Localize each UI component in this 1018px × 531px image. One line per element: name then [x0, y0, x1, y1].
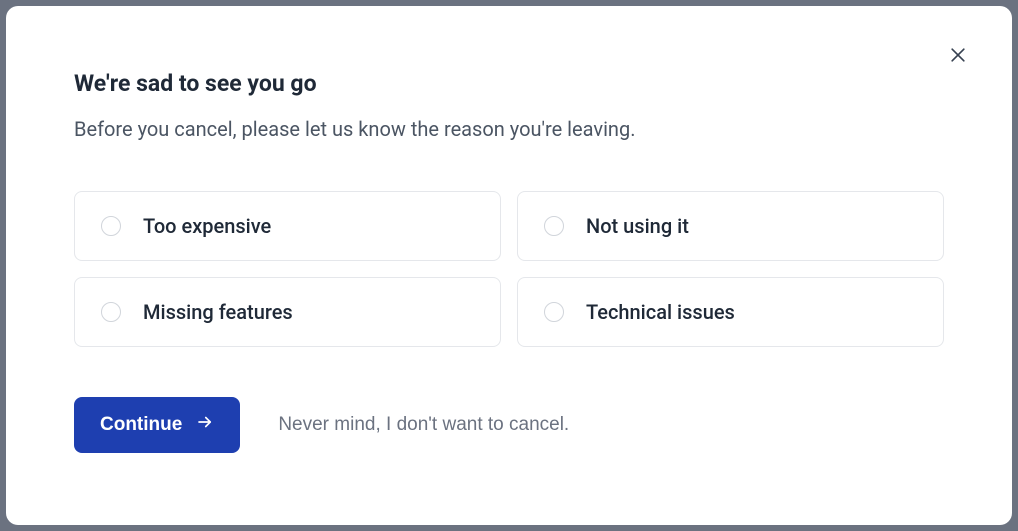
option-label: Missing features: [143, 300, 293, 324]
option-not-using-it[interactable]: Not using it: [517, 191, 944, 261]
nevermind-link[interactable]: Never mind, I don't want to cancel.: [278, 414, 569, 436]
arrow-right-icon: [196, 413, 214, 437]
option-label: Not using it: [586, 214, 689, 238]
radio-icon: [544, 216, 564, 236]
modal-footer: Continue Never mind, I don't want to can…: [74, 397, 944, 453]
option-label: Too expensive: [143, 214, 271, 238]
radio-icon: [101, 216, 121, 236]
option-technical-issues[interactable]: Technical issues: [517, 277, 944, 347]
close-button[interactable]: [944, 42, 972, 70]
option-missing-features[interactable]: Missing features: [74, 277, 501, 347]
close-icon: [948, 45, 968, 68]
continue-button[interactable]: Continue: [74, 397, 240, 453]
continue-button-label: Continue: [100, 414, 182, 436]
option-label: Technical issues: [586, 300, 735, 324]
option-too-expensive[interactable]: Too expensive: [74, 191, 501, 261]
cancel-subscription-modal: We're sad to see you go Before you cance…: [6, 6, 1012, 525]
modal-subtitle: Before you cancel, please let us know th…: [74, 117, 944, 141]
modal-title: We're sad to see you go: [74, 70, 944, 97]
radio-icon: [544, 302, 564, 322]
cancel-reason-options: Too expensive Not using it Missing featu…: [74, 191, 944, 347]
radio-icon: [101, 302, 121, 322]
